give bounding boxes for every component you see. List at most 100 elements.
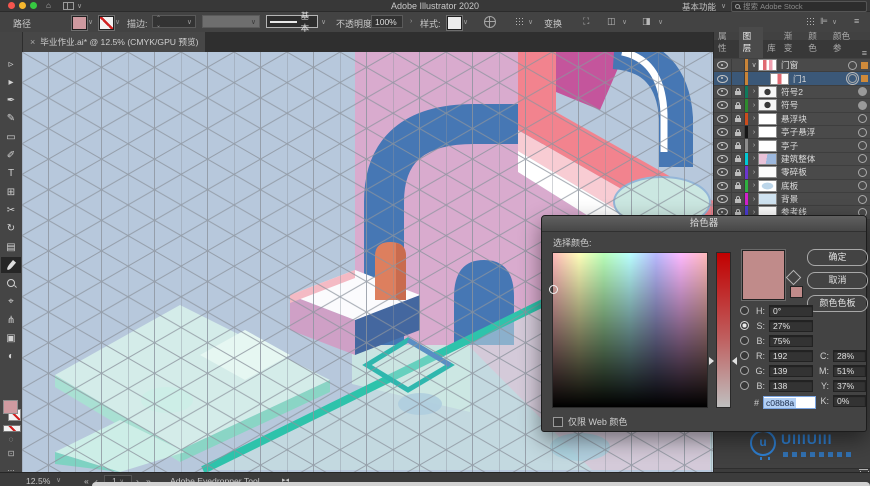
chevron-down-icon[interactable]: ∨ (88, 18, 93, 26)
visibility-toggle[interactable] (714, 192, 732, 206)
expand-arrow-icon[interactable]: ∨ (750, 61, 758, 69)
visibility-toggle[interactable] (714, 112, 732, 125)
expand-arrow-icon[interactable]: › (750, 102, 758, 109)
document-tab[interactable]: × 毕业作业.ai* @ 12.5% (CMYK/GPU 预览) (22, 32, 205, 52)
lock-toggle[interactable] (732, 192, 745, 206)
layer-row[interactable]: › 背景 (714, 192, 870, 207)
layer-name[interactable]: 建筑整体 (777, 153, 858, 165)
brush-definition-select[interactable]: 基本 (266, 11, 318, 33)
layer-thumbnail[interactable] (758, 166, 777, 179)
color-mode-bar[interactable] (3, 425, 21, 432)
chevron-down-icon[interactable]: ∨ (115, 18, 120, 26)
visibility-toggle[interactable] (714, 59, 732, 72)
lock-toggle[interactable] (732, 72, 745, 85)
chevron-down-icon[interactable]: ∨ (622, 18, 627, 26)
layer-thumbnail[interactable] (758, 59, 777, 72)
expand-arrow-icon[interactable]: › (750, 88, 758, 95)
field-value[interactable]: 51% (833, 364, 866, 377)
gamut-color-swatch[interactable] (790, 286, 803, 298)
layer-row[interactable]: › 符号 (714, 99, 870, 113)
hex-input[interactable]: c08b8a (763, 396, 816, 409)
layer-row[interactable]: ∨ 门窗 (714, 59, 870, 73)
target-icon[interactable] (848, 74, 857, 84)
layer-name[interactable]: 符号 (777, 99, 858, 111)
field-value[interactable]: 27% (769, 319, 813, 332)
checkbox-icon[interactable] (553, 416, 563, 427)
layer-name[interactable]: 零碎板 (777, 166, 858, 178)
curvature-tool[interactable]: ✎ (1, 111, 21, 127)
visibility-toggle[interactable] (714, 139, 732, 152)
opacity-value[interactable]: 100% (371, 15, 403, 28)
field-value[interactable]: 138 (769, 379, 813, 392)
target-icon[interactable] (858, 154, 867, 164)
free-transform-tool[interactable]: ⊞ (1, 184, 21, 200)
visibility-toggle[interactable] (714, 152, 732, 166)
zoom-level[interactable]: 12.5% (26, 476, 50, 486)
first-artboard-icon[interactable]: « (84, 476, 89, 486)
selection-indicator[interactable] (861, 75, 868, 83)
radio-icon[interactable] (740, 351, 749, 360)
zoom-tool[interactable] (1, 276, 21, 292)
scissors-tool[interactable]: ✂ (1, 202, 21, 218)
saturation-slider[interactable] (716, 252, 731, 408)
panel-tab-6[interactable]: 颜色参 (829, 27, 862, 58)
layer-row[interactable]: › 建筑整体 (714, 152, 870, 167)
stroke-weight-stepper[interactable]: ⌃ ⌄ ∨ (152, 15, 196, 29)
layer-row[interactable]: › 零碎板 (714, 166, 870, 180)
width-tool[interactable]: ⋔ (1, 312, 21, 328)
lock-toggle[interactable] (732, 152, 745, 166)
color-field-marker[interactable] (549, 285, 558, 294)
gradient-tool[interactable]: ▤ (1, 239, 21, 255)
lock-toggle[interactable] (732, 125, 745, 139)
lock-toggle[interactable] (732, 179, 745, 192)
radio-icon[interactable] (740, 306, 749, 315)
visibility-toggle[interactable] (714, 166, 732, 179)
color-swatches-button[interactable]: 颜色色板 (807, 295, 868, 312)
lock-toggle[interactable] (732, 139, 745, 152)
web-colors-checkbox[interactable]: 仅限 Web 颜色 (553, 415, 627, 428)
layer-name[interactable]: 亭子悬浮 (777, 126, 858, 138)
lock-toggle[interactable] (732, 59, 745, 72)
paintbrush-tool[interactable]: ✐ (1, 148, 21, 164)
dialog-title[interactable]: 拾色器 (542, 216, 866, 232)
slider-arrow-left-icon[interactable] (709, 357, 714, 365)
expand-arrow-icon[interactable]: › (750, 129, 758, 136)
expand-arrow-icon[interactable]: › (750, 115, 758, 122)
field-value[interactable]: 75% (769, 334, 813, 347)
layer-thumbnail[interactable] (758, 152, 777, 165)
field-value[interactable]: 192 (769, 349, 813, 362)
drawing-mode-icon[interactable]: ◌ (0, 435, 22, 444)
fill-color-swatch[interactable] (72, 16, 87, 30)
chevron-down-icon[interactable]: ∨ (56, 476, 61, 484)
panel-tab-5[interactable]: 颜色 (804, 27, 829, 58)
layer-name[interactable]: 符号2 (777, 86, 858, 98)
cancel-button[interactable]: 取消 (807, 272, 868, 289)
target-icon[interactable] (848, 60, 857, 70)
radio-icon[interactable] (740, 366, 749, 375)
stroke-color-swatch[interactable] (99, 16, 114, 30)
expand-arrow-icon[interactable]: › (750, 169, 758, 176)
chevron-down-icon[interactable]: ∨ (528, 18, 533, 26)
distribute-objects-icon[interactable]: ◨ (642, 16, 651, 27)
layer-row[interactable]: › 符号2 (714, 85, 870, 100)
expand-arrow-icon[interactable]: › (750, 142, 758, 149)
pen-tool[interactable]: ✒ (1, 93, 21, 109)
radio-icon[interactable] (740, 381, 749, 390)
layer-name[interactable]: 悬浮块 (777, 113, 858, 125)
field-value[interactable]: 139 (769, 364, 813, 377)
layer-thumbnail[interactable] (770, 72, 789, 85)
lock-toggle[interactable] (732, 112, 745, 125)
lock-toggle[interactable] (732, 166, 745, 179)
layer-name[interactable]: 亭子 (777, 140, 858, 152)
visibility-toggle[interactable] (714, 85, 732, 99)
panel-menu-icon[interactable]: ≡ (862, 48, 870, 58)
expand-arrow-icon[interactable]: › (750, 196, 758, 203)
transform-button[interactable]: 变换 (544, 17, 562, 30)
layer-thumbnail[interactable] (758, 126, 777, 139)
panel-tab-2[interactable]: 图层 (738, 27, 764, 58)
field-value[interactable]: 37% (833, 379, 866, 392)
anchor-point-tool[interactable]: ⌖ (1, 294, 21, 310)
direct-selection-tool[interactable]: ▸ (1, 74, 21, 90)
visibility-toggle[interactable] (714, 125, 732, 139)
ok-button[interactable]: 确定 (807, 249, 868, 266)
